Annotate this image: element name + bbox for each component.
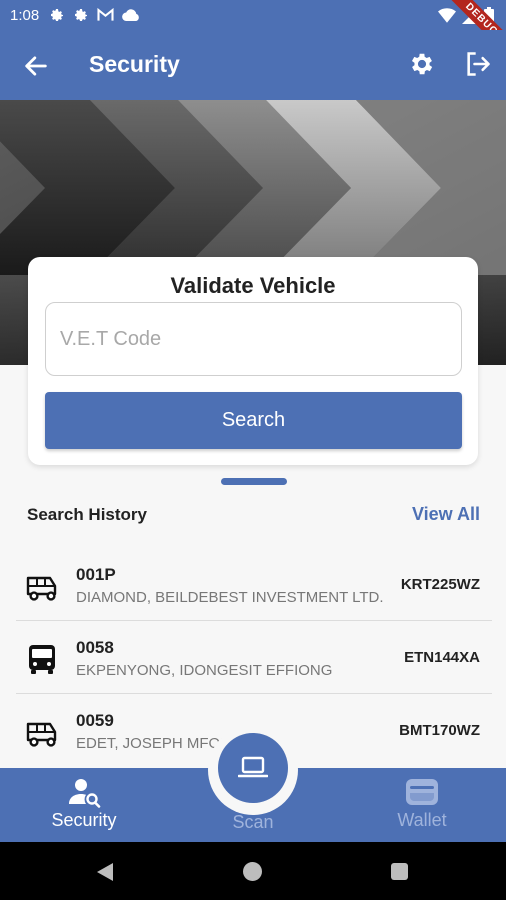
back-arrow-icon[interactable] (22, 52, 50, 80)
plate-number: KRT225WZ (400, 576, 480, 593)
vehicle-code: 0058 (76, 638, 114, 657)
vet-code-input[interactable] (45, 302, 462, 376)
system-navigation-bar (0, 842, 506, 900)
system-recents-icon[interactable] (391, 863, 408, 880)
tricycle-icon (26, 722, 57, 747)
nav-label-scan: Scan (232, 812, 274, 832)
plate-number: BMT170WZ (399, 722, 480, 739)
sheet-drag-handle[interactable] (221, 478, 287, 485)
vehicle-code: 001P (76, 565, 116, 584)
app-bar: Security (0, 30, 506, 100)
bus-icon (29, 645, 55, 674)
nav-label-security: Security (51, 810, 117, 830)
gmail-icon (97, 8, 114, 22)
status-time: 1:08 (10, 6, 40, 24)
search-history-title: Search History (27, 505, 147, 524)
nav-item-security[interactable]: Security (24, 776, 144, 831)
history-row[interactable]: 0058 EKPENYONG, IDONGESIT EFFIONG ETN144… (16, 621, 492, 694)
nav-label-wallet: Wallet (397, 810, 447, 830)
wallet-icon (406, 779, 438, 805)
settings-notification-icon (49, 7, 65, 23)
wifi-icon (438, 8, 456, 23)
nav-item-scan[interactable]: Scan (193, 812, 313, 833)
plate-number: ETN144XA (404, 649, 480, 666)
vehicle-owner: DIAMOND, BEILDEBEST INVESTMENT LTD. (76, 589, 384, 606)
settings-notification-icon (73, 7, 89, 23)
card-title: Validate Vehicle (170, 273, 336, 298)
system-home-icon[interactable] (243, 862, 262, 881)
status-bar: 1:08 DEBUG (0, 0, 506, 60)
search-button[interactable]: Search (45, 392, 462, 449)
system-back-icon[interactable] (96, 862, 114, 882)
tricycle-icon (26, 576, 57, 601)
nav-item-wallet[interactable]: Wallet (362, 776, 482, 831)
scan-button[interactable] (218, 733, 288, 803)
vehicle-owner: EDET, JOSEPH MFON (76, 735, 232, 752)
validate-vehicle-card: Validate Vehicle Search (28, 257, 478, 465)
logout-icon[interactable] (464, 50, 492, 78)
view-all-link[interactable]: View All (412, 504, 480, 525)
vehicle-owner: EKPENYONG, IDONGESIT EFFIONG (76, 662, 333, 679)
history-row[interactable]: 001P DIAMOND, BEILDEBEST INVESTMENT LTD.… (16, 548, 492, 621)
gear-icon[interactable] (408, 50, 436, 78)
cloud-icon (122, 8, 140, 22)
person-search-icon (69, 779, 101, 808)
vehicle-code: 0059 (76, 711, 114, 730)
laptop-icon (238, 756, 268, 778)
page-title: Security (89, 51, 180, 77)
